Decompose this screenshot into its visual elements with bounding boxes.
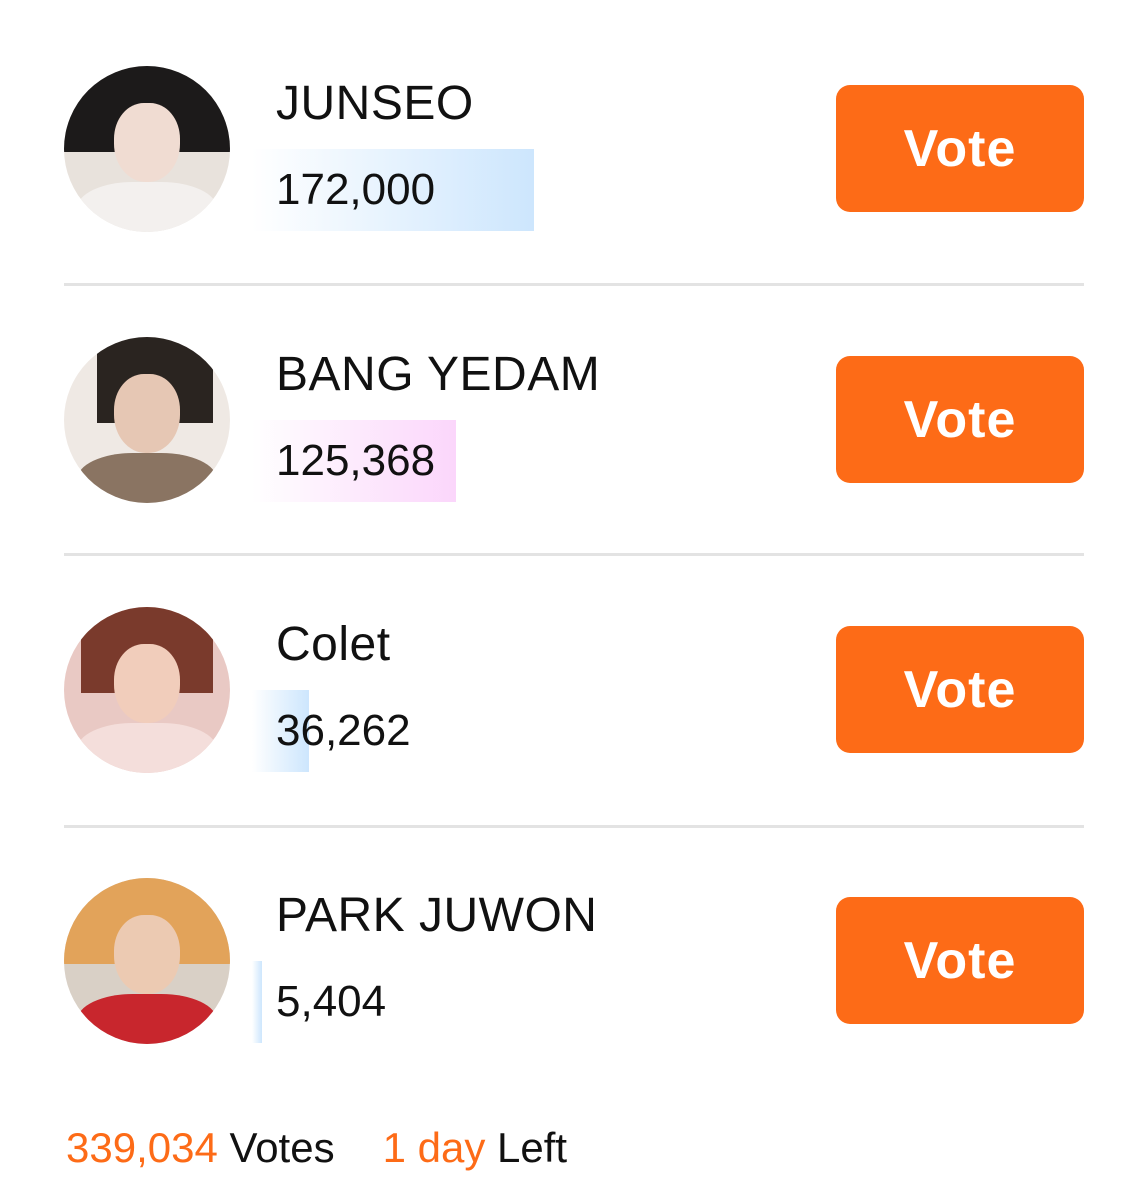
candidate-row: JUNSEO 172,000 Vote [0, 0, 1148, 232]
candidate-row: PARK JUWON 5,404 Vote [0, 812, 1148, 1044]
vote-button[interactable]: Vote [836, 897, 1084, 1024]
time-remaining: 1 day [382, 1124, 486, 1171]
vote-button[interactable]: Vote [836, 356, 1084, 483]
vote-button[interactable]: Vote [836, 626, 1084, 753]
candidate-row: Colet 36,262 Vote [0, 541, 1148, 773]
time-left-label: Left [497, 1124, 568, 1171]
votes-label: Votes [229, 1124, 335, 1171]
candidate-name: PARK JUWON [276, 889, 598, 942]
vote-share-bar [252, 961, 262, 1043]
vote-count: 5,404 [276, 977, 387, 1026]
vote-button[interactable]: Vote [836, 85, 1084, 212]
avatar [64, 607, 230, 773]
avatar [64, 878, 230, 1044]
vote-count: 172,000 [276, 165, 436, 214]
total-votes: 339,034 [66, 1124, 218, 1171]
poll-summary: 339,034 Votes 1 day Left [66, 1120, 567, 1176]
avatar [64, 66, 230, 232]
avatar [64, 337, 230, 503]
vote-count: 36,262 [276, 706, 411, 755]
candidate-name: BANG YEDAM [276, 348, 601, 401]
candidate-row: BANG YEDAM 125,368 Vote [0, 271, 1148, 503]
candidate-name: Colet [276, 618, 391, 671]
candidate-name: JUNSEO [276, 77, 474, 130]
vote-count: 125,368 [276, 436, 436, 485]
